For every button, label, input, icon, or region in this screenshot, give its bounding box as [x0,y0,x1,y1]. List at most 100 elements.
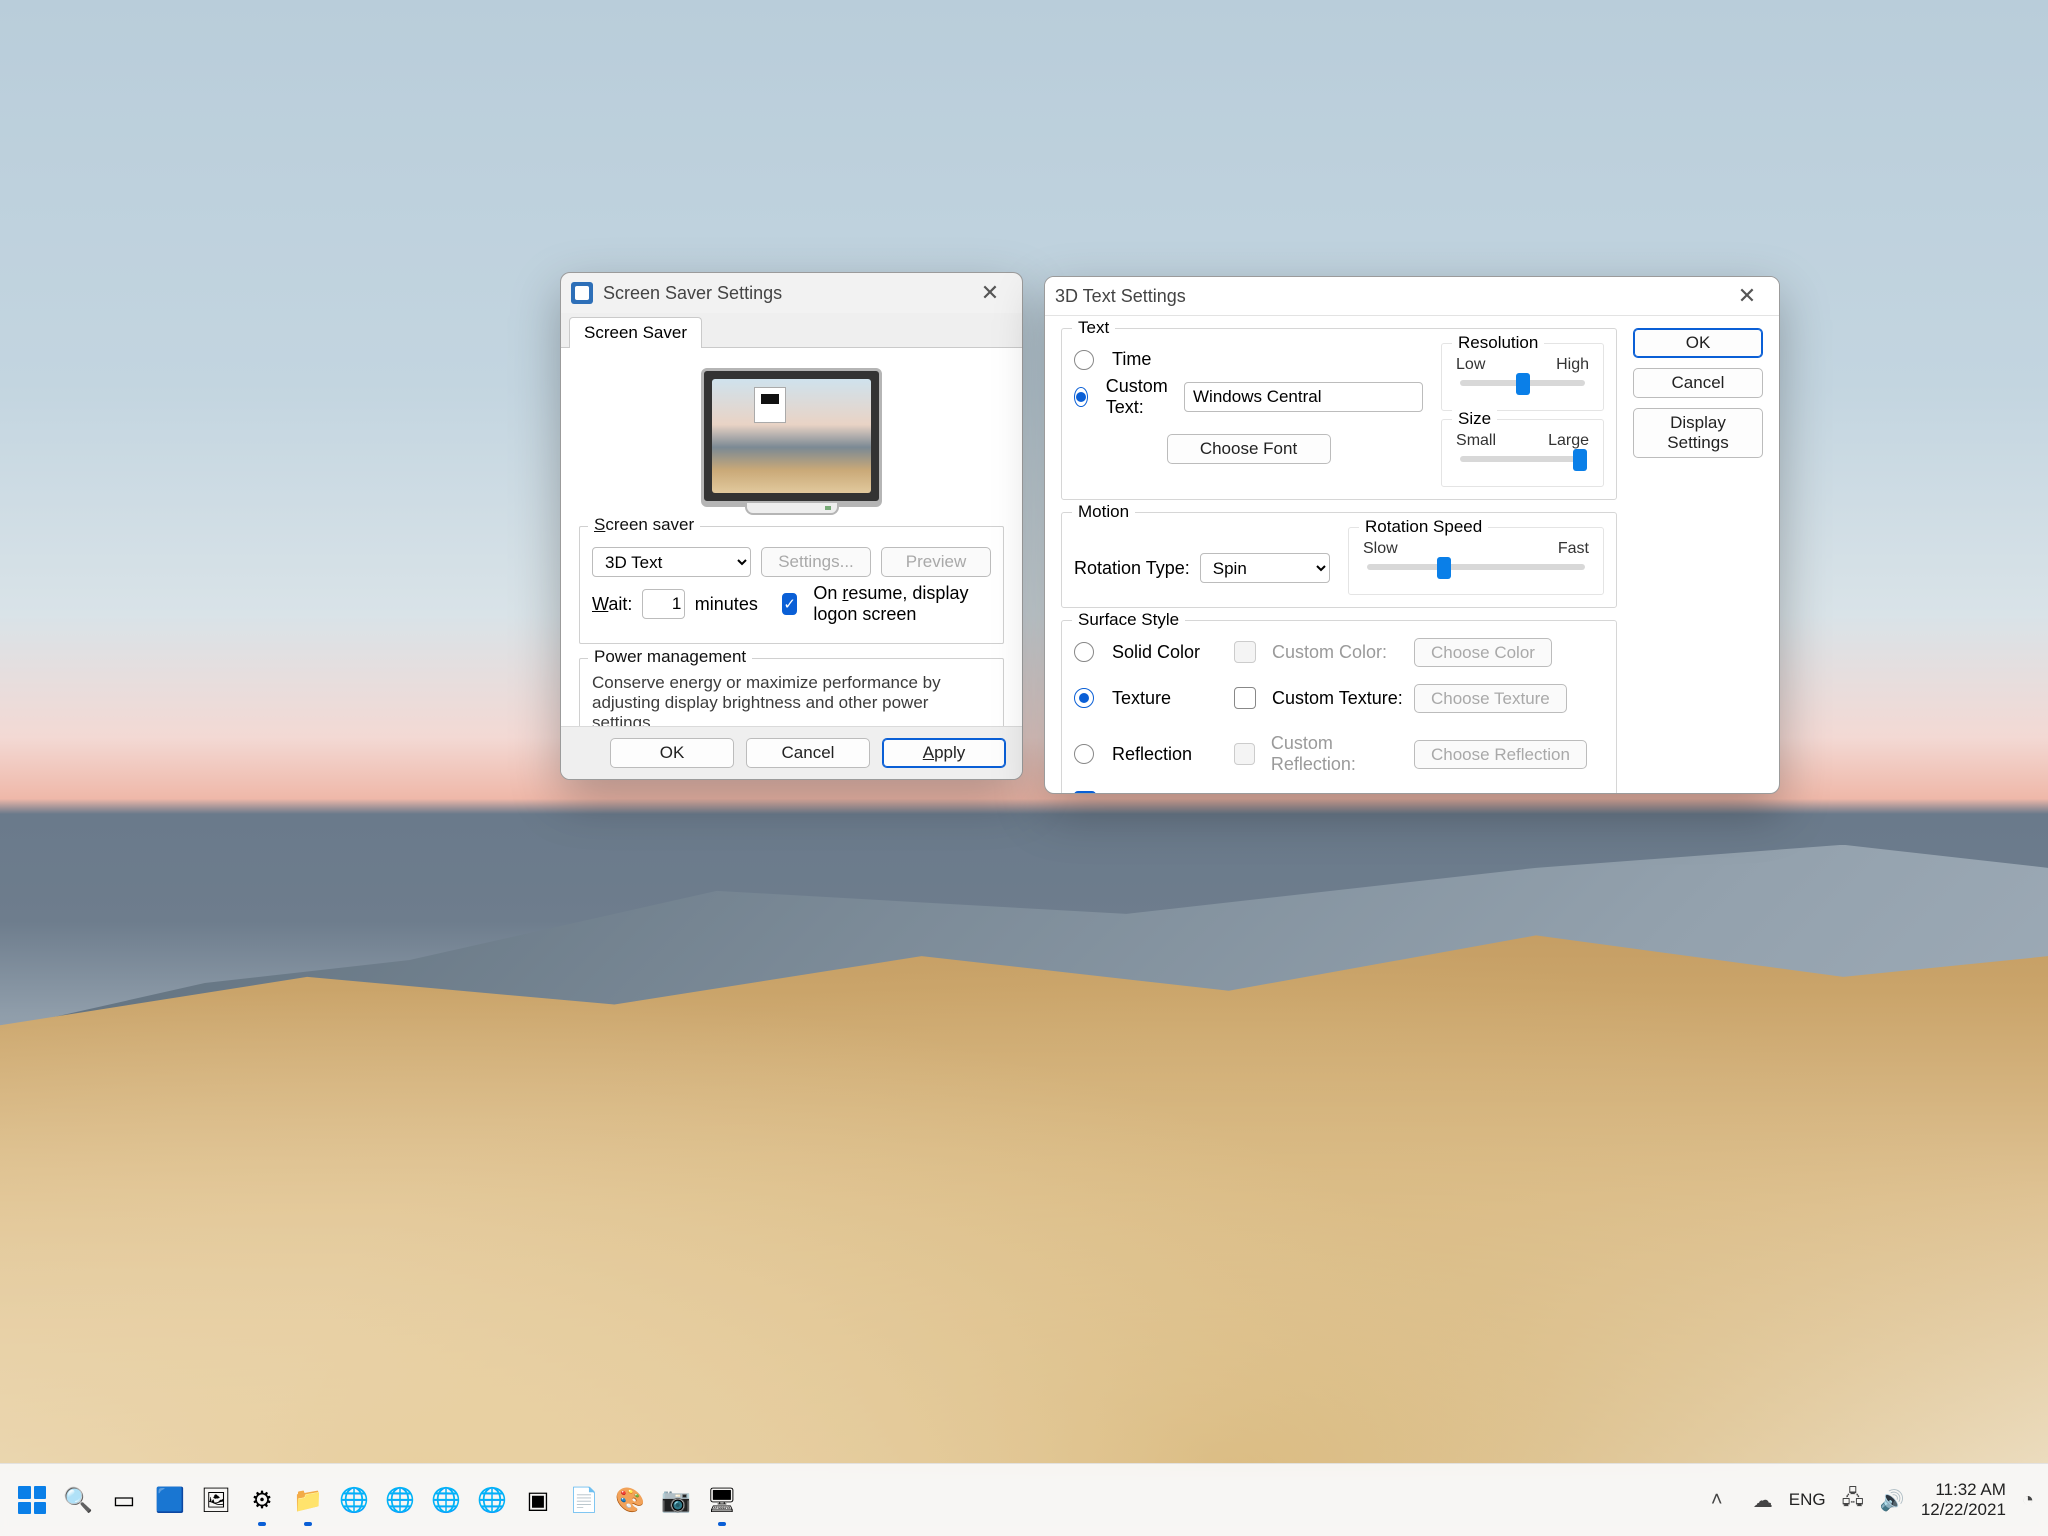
rotation-type-select[interactable]: Spin [1200,553,1330,583]
notifications-icon[interactable]: ◔ [2022,1489,2034,1512]
resolution-title: Resolution [1452,333,1544,353]
3d-text-settings-window: 3D Text Settings ✕ Text Time Custom Text… [1044,276,1780,794]
tray-chevron-icon[interactable]: ˄ [1697,1480,1737,1520]
text-group-title: Text [1072,318,1115,338]
taskbar-monitor-icon[interactable]: 🖥 [702,1480,742,1520]
choose-texture-button: Choose Texture [1414,684,1567,713]
motion-group-title: Motion [1072,502,1135,522]
close-icon[interactable]: ✕ [968,275,1012,311]
custom-text-radio[interactable] [1074,387,1088,407]
resume-checkbox[interactable] [782,593,798,615]
ok-button[interactable]: OK [610,738,734,768]
taskbar-widgets-icon[interactable]: 🟦 [150,1480,190,1520]
custom-texture-checkbox[interactable] [1234,687,1256,709]
surface-style-group: Surface Style Solid Color Custom Color: … [1061,620,1617,794]
wait-label: Wait: [592,594,632,615]
app-icon [571,282,593,304]
rotation-type-label: Rotation Type: [1074,558,1190,579]
solid-color-label: Solid Color [1112,642,1200,663]
surface-group-title: Surface Style [1072,610,1185,630]
texture-radio[interactable] [1074,688,1094,708]
custom-reflection-label: Custom Reflection: [1271,733,1414,775]
language-indicator[interactable]: ENG [1789,1490,1826,1510]
taskbar-start-icon[interactable] [12,1480,52,1520]
speed-low-label: Slow [1363,540,1398,558]
specular-label: Show Specular Highlights [1112,792,1317,795]
titlebar[interactable]: 3D Text Settings ✕ [1045,277,1779,316]
choose-color-button: Choose Color [1414,638,1552,667]
size-slider-box: Size SmallLarge [1441,419,1604,487]
custom-text-input[interactable] [1184,382,1423,412]
wait-unit: minutes [695,594,758,615]
size-high-label: Large [1548,432,1589,450]
close-icon[interactable]: ✕ [1725,278,1769,314]
settings-button[interactable]: Settings... [761,547,871,577]
time-radio[interactable] [1074,350,1094,370]
taskbar-notepad-icon[interactable]: 📄 [564,1480,604,1520]
resolution-high-label: High [1556,356,1589,374]
screen-saver-group: Screen saver 3D Text Settings... Preview… [579,526,1004,644]
custom-color-label: Custom Color: [1272,642,1387,663]
cancel-button[interactable]: Cancel [746,738,870,768]
taskbar-search-icon[interactable]: 🔍 [58,1480,98,1520]
clock[interactable]: 11:32 AM 12/22/2021 [1921,1480,2006,1519]
resolution-slider[interactable] [1460,380,1585,386]
choose-font-button[interactable]: Choose Font [1167,434,1331,464]
resolution-slider-box: Resolution LowHigh [1441,343,1604,411]
size-title: Size [1452,409,1497,429]
clock-date: 12/22/2021 [1921,1500,2006,1520]
resolution-low-label: Low [1456,356,1485,374]
choose-reflection-button: Choose Reflection [1414,740,1587,769]
preview-button[interactable]: Preview [881,547,991,577]
cancel-button[interactable]: Cancel [1633,368,1763,398]
solid-color-radio[interactable] [1074,642,1094,662]
speed-slider[interactable] [1367,564,1585,570]
taskbar-edge-canary-icon[interactable]: 🌐 [472,1480,512,1520]
taskbar-explorer-icon[interactable]: 📁 [288,1480,328,1520]
power-group-label: Power management [588,647,752,667]
clock-time: 11:32 AM [1921,1480,2006,1500]
window-title: 3D Text Settings [1055,286,1186,307]
display-settings-button[interactable]: Display Settings [1633,408,1763,458]
window-title: Screen Saver Settings [603,283,782,304]
taskbar-settings-icon[interactable]: ⚙ [242,1480,282,1520]
time-label: Time [1112,349,1151,370]
screen-saver-select[interactable]: 3D Text [592,547,751,577]
dialog-footer: OK Cancel Apply [561,726,1022,779]
power-description: Conserve energy or maximize performance … [592,673,991,733]
onedrive-icon[interactable]: ☁ [1753,1488,1773,1513]
speed-slider-box: Rotation Speed SlowFast [1348,527,1604,595]
taskbar-paint-icon[interactable]: 🎨 [610,1480,650,1520]
speed-title: Rotation Speed [1359,517,1488,537]
volume-icon[interactable]: 🔊 [1880,1488,1905,1513]
tab-strip: Screen Saver [561,313,1022,348]
reflection-label: Reflection [1112,744,1192,765]
screen-saver-settings-window: Screen Saver Settings ✕ Screen Saver Scr… [560,272,1023,780]
custom-texture-label: Custom Texture: [1272,688,1403,709]
resume-label: On resume, display logon screen [813,583,991,625]
taskbar: 🔍▭🟦🖼⚙📁🌐🌐🌐🌐▣📄🎨📷🖥 ˄ ☁ ENG 🖧 🔊 11:32 AM 12/… [0,1463,2048,1536]
taskbar-photos-icon[interactable]: 🖼 [196,1480,236,1520]
taskbar-edge-beta-icon[interactable]: 🌐 [380,1480,420,1520]
taskbar-terminal-icon[interactable]: ▣ [518,1480,558,1520]
custom-color-checkbox [1234,641,1256,663]
apply-button[interactable]: Apply [882,738,1006,768]
taskbar-edge-icon[interactable]: 🌐 [334,1480,374,1520]
wait-spinner[interactable]: ▲▼ [642,589,684,619]
specular-checkbox[interactable] [1074,791,1096,794]
taskbar-edge-dev-icon[interactable]: 🌐 [426,1480,466,1520]
ok-button[interactable]: OK [1633,328,1763,358]
motion-group: Motion Rotation Type: Spin Rotation Spee… [1061,512,1617,608]
speed-high-label: Fast [1558,540,1589,558]
size-slider[interactable] [1460,456,1585,462]
wait-input[interactable] [643,591,684,617]
reflection-radio[interactable] [1074,744,1094,764]
taskbar-task-view-icon[interactable]: ▭ [104,1480,144,1520]
titlebar[interactable]: Screen Saver Settings ✕ [561,273,1022,313]
custom-text-label: Custom Text: [1106,376,1174,418]
tab-screen-saver[interactable]: Screen Saver [569,317,702,348]
network-icon[interactable]: 🖧 [1842,1483,1864,1517]
group-label: Screen saver [588,515,700,535]
custom-reflection-checkbox [1234,743,1255,765]
taskbar-camera-icon[interactable]: 📷 [656,1480,696,1520]
